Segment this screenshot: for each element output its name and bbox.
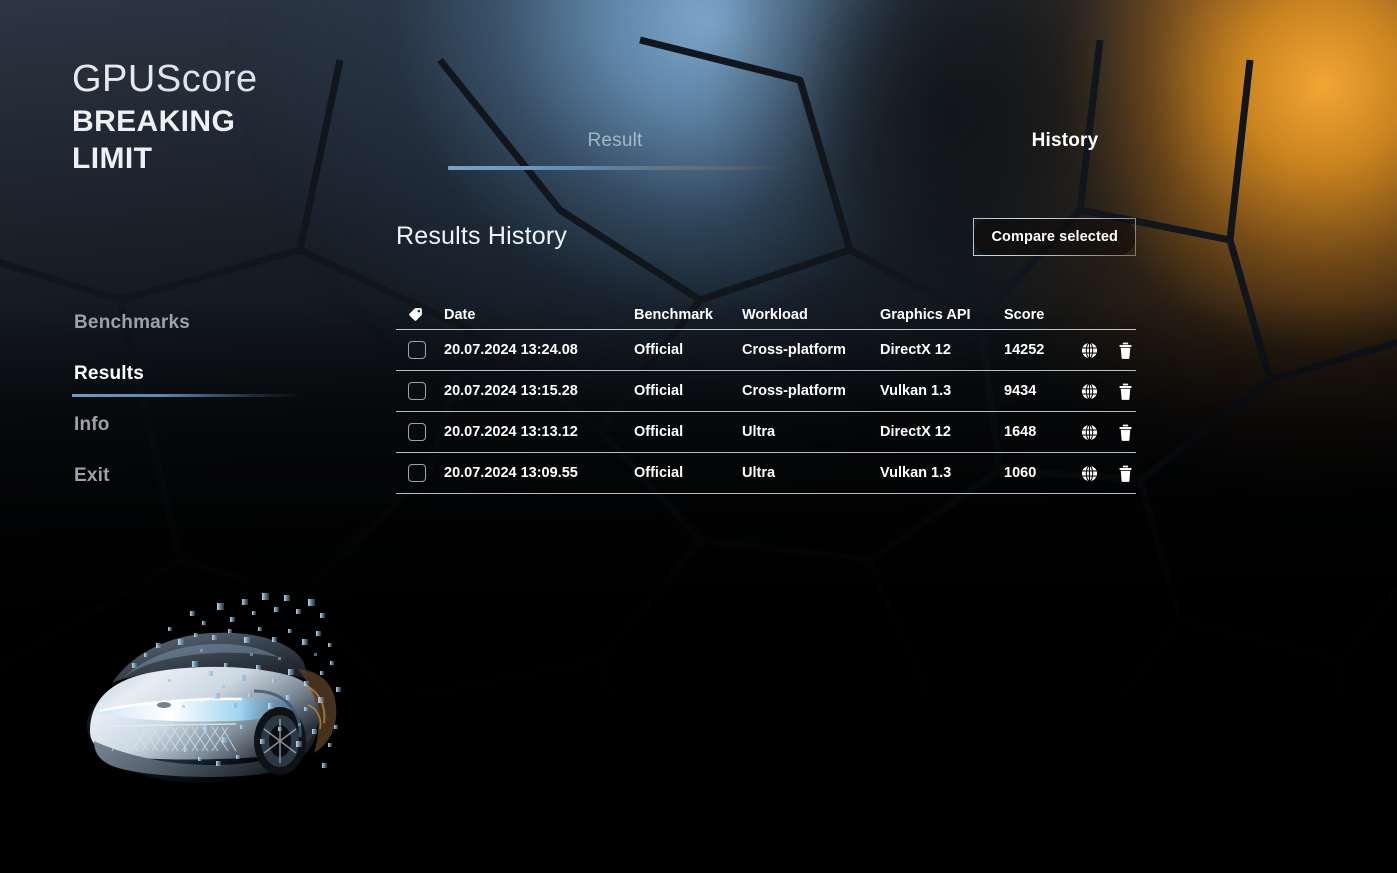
- row-checkbox-cell: [396, 341, 444, 359]
- row-benchmark: Official: [634, 465, 684, 481]
- panel-header: Results History Compare selected: [396, 218, 1136, 278]
- row-delete-button[interactable]: [1108, 465, 1142, 482]
- sidebar-active-indicator: [72, 394, 302, 397]
- row-graphics-api: Vulkan 1.3: [880, 465, 952, 481]
- row-score: 14252: [1004, 342, 1045, 358]
- table-row[interactable]: 20.07.2024 13:24.08 Official Cross-platf…: [396, 330, 1136, 371]
- trash-icon: [1119, 383, 1131, 400]
- logo-gpu-text: GPU: [72, 58, 156, 100]
- row-delete-button[interactable]: [1108, 342, 1142, 359]
- row-share-online-button[interactable]: [1070, 382, 1108, 400]
- sidebar-item-info[interactable]: Info: [0, 399, 310, 450]
- app-window: GPUScore BREAKING LIMIT Benchmarks Resul…: [0, 0, 1397, 873]
- trash-icon: [1119, 424, 1131, 441]
- results-history-panel: Results History Compare selected Date Be…: [396, 218, 1136, 494]
- table-header-row: Date Benchmark Workload Graphics API Sco…: [396, 300, 1136, 330]
- row-checkbox-cell: [396, 382, 444, 400]
- row-graphics-api: DirectX 12: [880, 342, 951, 358]
- row-checkbox-cell: [396, 464, 444, 482]
- table-header-tag: [396, 307, 444, 322]
- sidebar-item-results[interactable]: Results: [0, 348, 310, 399]
- tab-result[interactable]: Result: [510, 118, 720, 164]
- row-workload: Cross-platform: [742, 342, 846, 358]
- logo-score-text: Score: [155, 58, 258, 100]
- results-table: Date Benchmark Workload Graphics API Sco…: [396, 300, 1136, 494]
- row-benchmark: Official: [634, 342, 684, 358]
- table-header-graphics-api[interactable]: Graphics API: [880, 307, 1004, 323]
- table-header-workload[interactable]: Workload: [742, 307, 880, 323]
- logo-line-limit: LIMIT: [72, 142, 153, 175]
- row-share-online-button[interactable]: [1070, 464, 1108, 482]
- tab-active-indicator: [448, 166, 786, 170]
- sidebar-item-label: Exit: [74, 464, 110, 486]
- row-benchmark: Official: [634, 383, 684, 399]
- row-date: 20.07.2024 13:13.12: [444, 424, 578, 440]
- table-row[interactable]: 20.07.2024 13:15.28 Official Cross-platf…: [396, 371, 1136, 412]
- globe-icon: [1081, 382, 1097, 400]
- logo-line-breaking: BREAKING: [72, 105, 236, 138]
- tab-history[interactable]: History: [960, 118, 1170, 164]
- page-title: Results History: [396, 222, 568, 250]
- row-checkbox-cell: [396, 423, 444, 441]
- row-delete-button[interactable]: [1108, 424, 1142, 441]
- row-date: 20.07.2024 13:15.28: [444, 383, 578, 399]
- app-logo: GPUScore BREAKING LIMIT: [72, 56, 372, 176]
- row-score: 1060: [1004, 465, 1037, 481]
- logo-line-gpuscore: GPUScore: [72, 56, 372, 102]
- row-select-checkbox[interactable]: [408, 382, 426, 400]
- row-date: 20.07.2024 13:09.55: [444, 465, 578, 481]
- table-row[interactable]: 20.07.2024 13:13.12 Official Ultra Direc…: [396, 412, 1136, 453]
- trash-icon: [1119, 342, 1131, 359]
- tag-icon: [409, 308, 422, 321]
- globe-icon: [1081, 464, 1097, 482]
- table-header-benchmark[interactable]: Benchmark: [634, 307, 742, 323]
- sidebar-item-exit[interactable]: Exit: [0, 450, 310, 501]
- sidebar-item-label: Info: [74, 413, 110, 435]
- row-workload: Ultra: [742, 424, 776, 440]
- row-score: 9434: [1004, 383, 1037, 399]
- sidebar-item-label: Results: [74, 362, 145, 384]
- row-graphics-api: Vulkan 1.3: [880, 383, 952, 399]
- row-benchmark: Official: [634, 424, 684, 440]
- compare-selected-button[interactable]: Compare selected: [973, 218, 1136, 256]
- row-date: 20.07.2024 13:24.08: [444, 342, 578, 358]
- globe-icon: [1081, 341, 1097, 359]
- row-share-online-button[interactable]: [1070, 423, 1108, 441]
- row-workload: Ultra: [742, 465, 776, 481]
- row-select-checkbox[interactable]: [408, 423, 426, 441]
- row-share-online-button[interactable]: [1070, 341, 1108, 359]
- row-score: 1648: [1004, 424, 1037, 440]
- sidebar-nav: Benchmarks Results Info Exit: [0, 297, 310, 501]
- row-delete-button[interactable]: [1108, 383, 1142, 400]
- row-workload: Cross-platform: [742, 383, 846, 399]
- row-graphics-api: DirectX 12: [880, 424, 951, 440]
- table-header-date[interactable]: Date: [444, 307, 634, 323]
- row-select-checkbox[interactable]: [408, 464, 426, 482]
- globe-icon: [1081, 423, 1097, 441]
- trash-icon: [1119, 465, 1131, 482]
- sidebar-item-benchmarks[interactable]: Benchmarks: [0, 297, 310, 348]
- row-select-checkbox[interactable]: [408, 341, 426, 359]
- table-row[interactable]: 20.07.2024 13:09.55 Official Ultra Vulka…: [396, 453, 1136, 494]
- sidebar-item-label: Benchmarks: [74, 311, 191, 333]
- table-header-score[interactable]: Score: [1004, 307, 1070, 323]
